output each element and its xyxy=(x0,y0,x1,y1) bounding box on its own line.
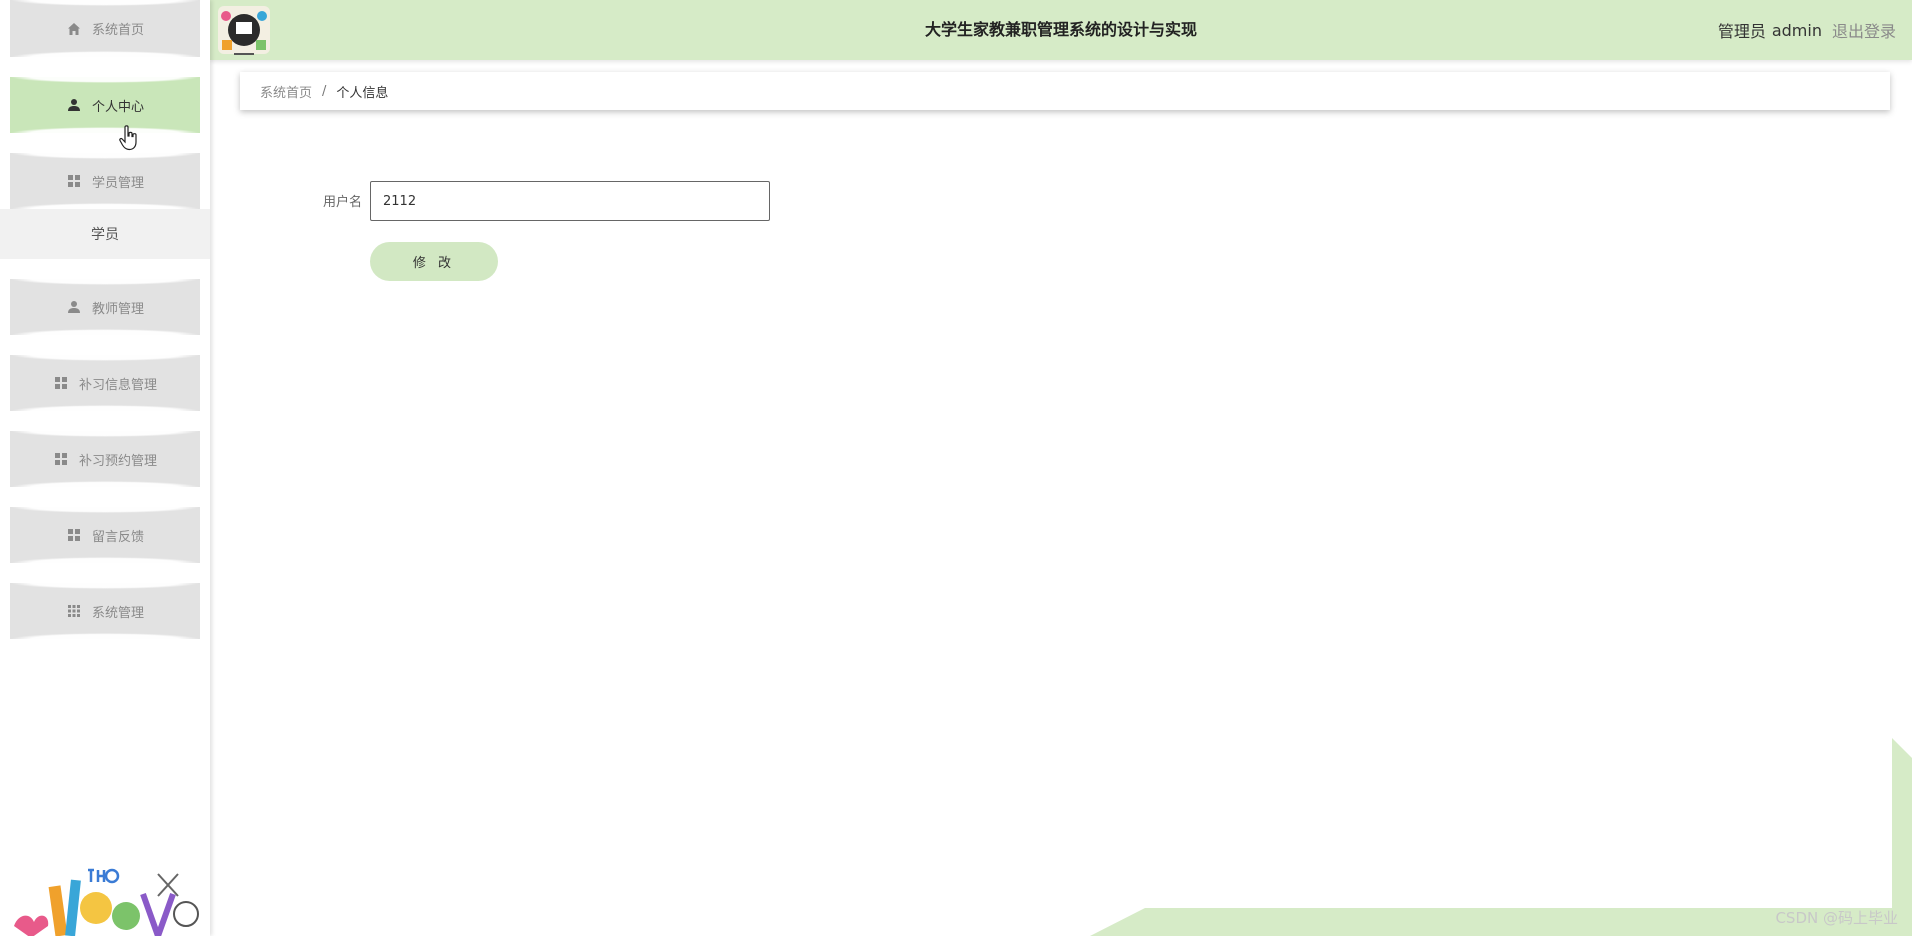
top-header: 大学生家教兼职管理系统的设计与实现 管理员 admin 退出登录 xyxy=(210,0,1912,60)
submenu-item-students[interactable]: 学员 xyxy=(0,209,210,259)
apps-icon xyxy=(66,603,82,619)
sidebar-item-feedback[interactable]: 留言反馈 xyxy=(10,507,200,563)
hand-cursor-icon xyxy=(119,125,137,151)
sidebar: 系统首页 个人中心 学员管理 学员 教师管理 补习信息管理 补习预约管理 留言反… xyxy=(0,0,210,936)
grid-icon xyxy=(53,451,69,467)
background-decoration xyxy=(1090,738,1912,936)
sidebar-item-label: 学员管理 xyxy=(91,175,144,191)
app-root: 系统首页 个人中心 学员管理 学员 教师管理 补习信息管理 补习预约管理 留言反… xyxy=(0,0,1912,936)
sidebar-item-label: 补习信息管理 xyxy=(78,377,157,393)
user-icon xyxy=(66,299,82,315)
sidebar-item-label: 系统管理 xyxy=(91,605,144,621)
grid-icon xyxy=(66,173,82,189)
username-label: 用户名 xyxy=(322,195,362,210)
watermark: CSDN @码上毕业 xyxy=(1775,909,1898,927)
breadcrumb-home-link[interactable]: 系统首页 xyxy=(260,82,312,101)
update-button[interactable]: 修 改 xyxy=(370,242,498,281)
sidebar-item-label: 留言反馈 xyxy=(91,529,144,545)
breadcrumb-separator: / xyxy=(322,83,327,99)
home-icon xyxy=(66,21,82,37)
sidebar-item-teachers[interactable]: 教师管理 xyxy=(10,279,200,335)
sidebar-item-label: 教师管理 xyxy=(91,301,144,317)
user-role: 管理员 xyxy=(1717,22,1766,41)
sidebar-item-label: 系统首页 xyxy=(91,23,144,38)
user-name: admin xyxy=(1771,20,1822,40)
grid-icon xyxy=(66,527,82,543)
sidebar-item-tutoring-booking[interactable]: 补习预约管理 xyxy=(10,431,200,487)
sidebar-item-system[interactable]: 系统管理 xyxy=(10,583,200,639)
user-area: 管理员 admin 退出登录 xyxy=(1718,0,1896,60)
sidebar-item-label: 个人中心 xyxy=(91,99,144,115)
user-icon xyxy=(66,97,82,113)
grid-icon xyxy=(53,375,69,391)
sidebar-item-tutoring-info[interactable]: 补习信息管理 xyxy=(10,355,200,411)
page-title: 大学生家教兼职管理系统的设计与实现 xyxy=(924,20,1197,39)
sidebar-item-label: 补习预约管理 xyxy=(78,453,157,469)
logout-link[interactable]: 退出登录 xyxy=(1832,18,1896,42)
sidebar-item-home[interactable]: 系统首页 xyxy=(10,0,200,57)
breadcrumb: 系统首页 / 个人信息 xyxy=(240,72,1890,110)
breadcrumb-current: 个人信息 xyxy=(336,85,389,101)
sidebar-illustration xyxy=(14,868,199,936)
sidebar-item-profile[interactable]: 个人中心 xyxy=(10,77,200,133)
sidebar-item-students[interactable]: 学员管理 xyxy=(10,153,200,209)
username-input[interactable] xyxy=(370,181,770,221)
submenu-item-label: 学员 xyxy=(91,227,119,243)
